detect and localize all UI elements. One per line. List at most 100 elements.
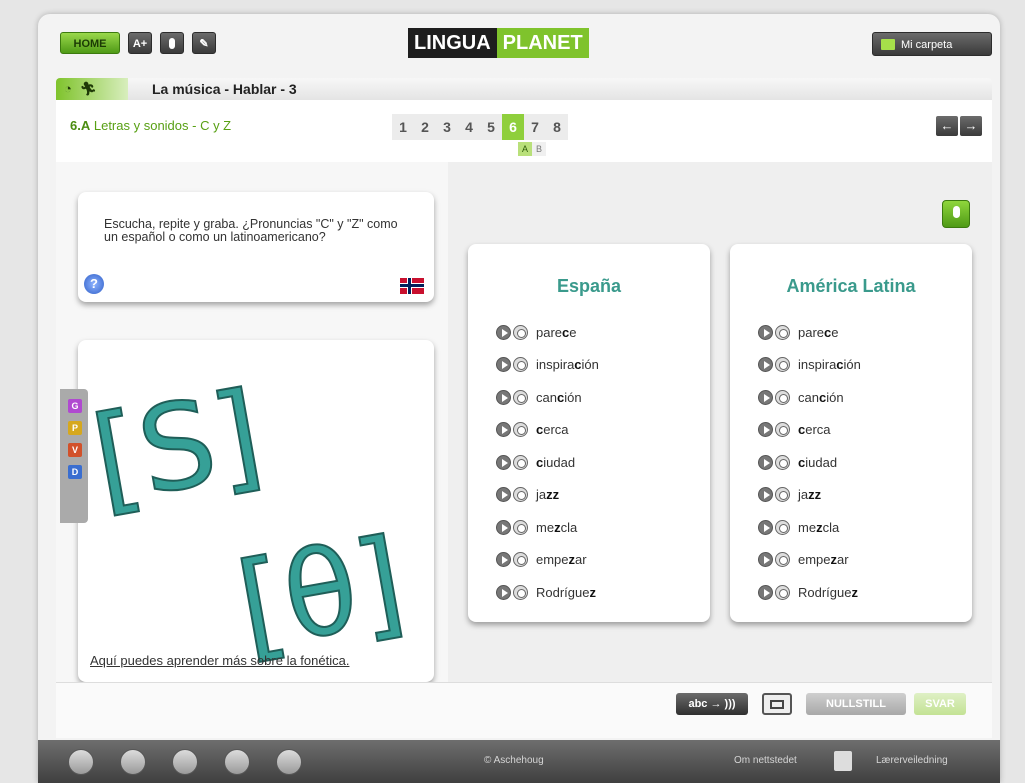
- record-icon[interactable]: [513, 422, 528, 438]
- phonetics-card: [S] [θ] Aquí puedes aprender más sobre l…: [78, 340, 434, 682]
- my-folder-button[interactable]: Mi carpeta: [872, 32, 992, 56]
- play-icon[interactable]: [496, 454, 511, 470]
- microphone-icon[interactable]: [942, 200, 970, 228]
- play-icon[interactable]: [758, 584, 773, 600]
- clock-icon: ◔: [64, 81, 72, 96]
- teacher-guide-icon[interactable]: [834, 751, 852, 771]
- about-link[interactable]: Om nettstedet: [734, 755, 797, 766]
- side-tab-g[interactable]: G: [68, 399, 82, 413]
- word-part-post: e: [569, 324, 577, 340]
- word-text: ciudad: [798, 455, 837, 470]
- norwegian-flag-icon[interactable]: [400, 278, 424, 294]
- side-tab-p[interactable]: P: [68, 421, 82, 435]
- play-icon[interactable]: [758, 324, 773, 340]
- word-text: mezcla: [536, 520, 577, 535]
- record-icon[interactable]: [775, 552, 790, 568]
- instruction-card: Escucha, repite y graba. ¿Pronuncias "C"…: [78, 192, 434, 302]
- record-icon[interactable]: [775, 357, 790, 373]
- play-icon[interactable]: [758, 552, 773, 568]
- play-icon[interactable]: [496, 584, 511, 600]
- folder-label: Mi carpeta: [901, 39, 953, 51]
- font-size-button[interactable]: A+: [128, 32, 152, 54]
- text-to-speech-button[interactable]: abc → ))): [676, 693, 748, 715]
- play-icon[interactable]: [758, 487, 773, 503]
- play-icon[interactable]: [496, 519, 511, 535]
- record-icon[interactable]: [513, 519, 528, 535]
- play-icon[interactable]: [758, 422, 773, 438]
- word-part-post: ión: [581, 357, 599, 373]
- record-icon[interactable]: [775, 422, 790, 438]
- play-icon[interactable]: [758, 389, 773, 405]
- home-button[interactable]: HOME: [60, 32, 120, 54]
- page-1-button[interactable]: 1: [392, 114, 414, 140]
- help-icon[interactable]: ?: [84, 274, 104, 294]
- word-part-post: erca: [805, 422, 831, 438]
- side-tab-v[interactable]: V: [68, 443, 82, 457]
- fullscreen-button[interactable]: [762, 693, 792, 715]
- page-2-button[interactable]: 2: [414, 114, 436, 140]
- word-row: cerca: [758, 414, 861, 447]
- logo-part-1: LINGUA: [408, 28, 497, 58]
- pencil-icon[interactable]: [276, 749, 302, 775]
- word-text: ciudad: [536, 455, 575, 470]
- side-tab-d[interactable]: D: [68, 465, 82, 479]
- record-button[interactable]: [160, 32, 184, 54]
- record-icon[interactable]: [513, 454, 528, 470]
- word-part-pre: ja: [536, 487, 547, 503]
- word-text: cerca: [798, 422, 831, 437]
- column-title: América Latina: [786, 276, 916, 296]
- record-icon[interactable]: [775, 324, 790, 340]
- play-icon[interactable]: [758, 519, 773, 535]
- play-icon[interactable]: [496, 324, 511, 340]
- play-icon[interactable]: [496, 357, 511, 373]
- answer-button[interactable]: SVAR: [914, 693, 966, 715]
- column-title: España: [556, 276, 622, 296]
- book-icon[interactable]: [120, 749, 146, 775]
- reset-button[interactable]: NULLSTILL: [806, 693, 906, 715]
- record-icon[interactable]: [513, 357, 528, 373]
- word-text: inspiración: [798, 357, 861, 372]
- section-number: 6.A: [70, 118, 91, 133]
- teacher-guide-link[interactable]: Lærerveiledning: [876, 755, 948, 766]
- next-page-button[interactable]: →: [960, 116, 982, 136]
- edit-button[interactable]: ✎: [192, 32, 216, 54]
- play-icon[interactable]: [496, 487, 511, 503]
- play-icon[interactable]: [758, 357, 773, 373]
- record-icon[interactable]: [775, 487, 790, 503]
- word-part-bold: c: [574, 357, 582, 373]
- play-icon[interactable]: [496, 422, 511, 438]
- word-list: parece inspiración canción cerca ciudad jazz m…: [758, 316, 861, 609]
- play-icon[interactable]: [758, 454, 773, 470]
- chat-icon[interactable]: [224, 749, 250, 775]
- record-icon[interactable]: [775, 389, 790, 405]
- phonetics-link[interactable]: Aquí puedes aprender más sobre la fonéti…: [90, 653, 349, 668]
- record-icon[interactable]: [513, 487, 528, 503]
- record-icon[interactable]: [513, 584, 528, 600]
- word-part-post: iudad: [543, 454, 576, 470]
- record-icon[interactable]: [513, 389, 528, 405]
- page-3-button[interactable]: 3: [436, 114, 458, 140]
- word-text: canción: [536, 390, 582, 405]
- word-text: Rodríguez: [798, 585, 858, 600]
- word-part-post: ar: [837, 552, 849, 568]
- play-icon[interactable]: [496, 552, 511, 568]
- page-4-button[interactable]: 4: [458, 114, 480, 140]
- play-icon[interactable]: [496, 389, 511, 405]
- page-5-button[interactable]: 5: [480, 114, 502, 140]
- record-icon[interactable]: [513, 324, 528, 340]
- headphones-icon[interactable]: [68, 749, 94, 775]
- prev-page-button[interactable]: ←: [936, 116, 958, 136]
- page-6-button[interactable]: 6: [502, 114, 524, 140]
- page-8-button[interactable]: 8: [546, 114, 568, 140]
- record-icon[interactable]: [775, 584, 790, 600]
- word-row: jazz: [496, 479, 599, 512]
- page-7-button[interactable]: 7: [524, 114, 546, 140]
- subpage-a-button[interactable]: A: [518, 142, 532, 156]
- record-icon[interactable]: [775, 454, 790, 470]
- word-part-bold: zz: [546, 487, 560, 503]
- record-icon[interactable]: [513, 552, 528, 568]
- record-icon[interactable]: [775, 519, 790, 535]
- section-title: 6.A Letras y sonidos - C y Z: [70, 118, 231, 133]
- smiley-icon[interactable]: [172, 749, 198, 775]
- subpage-b-button[interactable]: B: [532, 142, 546, 156]
